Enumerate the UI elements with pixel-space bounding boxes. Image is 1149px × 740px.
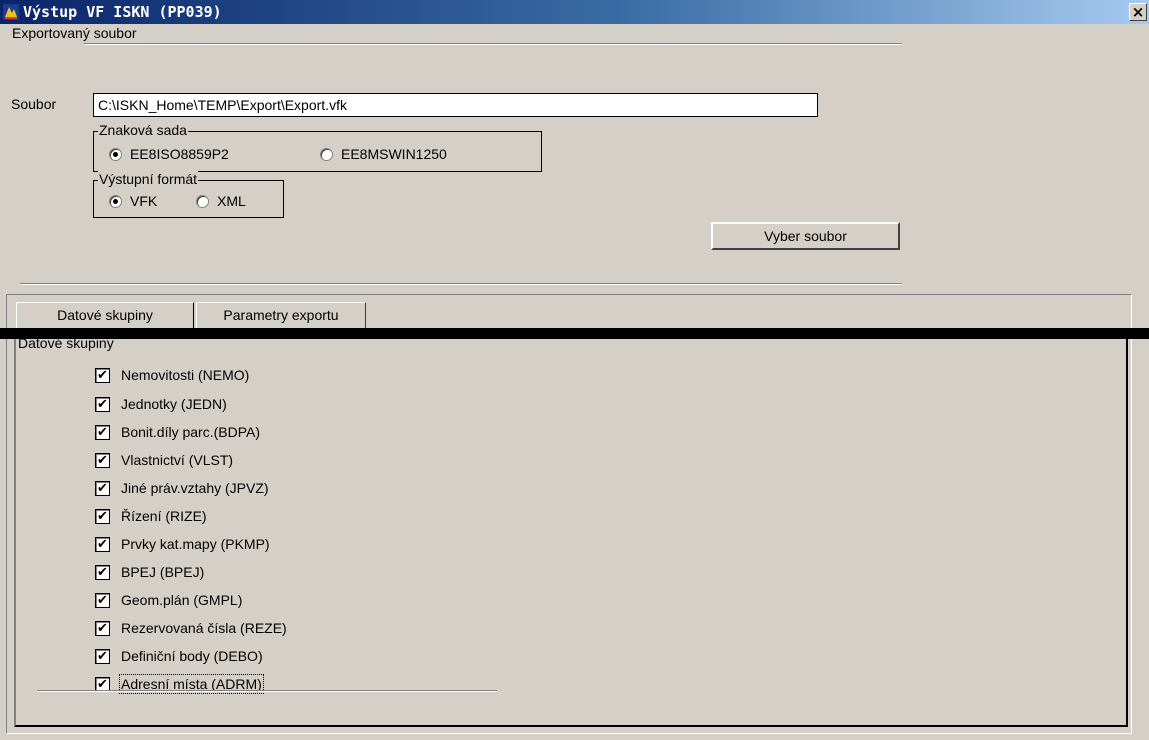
radio-xml[interactable]: XML: [196, 193, 246, 209]
checkbox-label: Rezervovaná čísla (REZE): [121, 620, 287, 636]
close-icon: ×: [1131, 3, 1145, 21]
checkbox[interactable]: ✔: [95, 367, 110, 383]
checkbox[interactable]: ✔: [95, 564, 110, 580]
check-icon: ✔: [97, 620, 108, 636]
checkbox-jedn[interactable]: ✔ Jednotky (JEDN): [95, 396, 227, 412]
radio-ee8mswin1250[interactable]: EE8MSWIN1250: [320, 146, 447, 162]
radio-button[interactable]: [320, 147, 333, 161]
checkbox-label: Řízení (RIZE): [121, 508, 207, 524]
check-icon: ✔: [97, 508, 108, 524]
black-bar: [0, 328, 1149, 339]
checkbox[interactable]: ✔: [95, 592, 110, 608]
radio-button[interactable]: [109, 147, 122, 161]
radio-label: VFK: [130, 193, 158, 209]
checkbox-label: Bonit.díly parc.(BDPA): [121, 424, 261, 440]
section-label: Exportovaný soubor: [12, 25, 137, 41]
checkbox-label: BPEJ (BPEJ): [121, 564, 205, 580]
check-icon: ✔: [97, 480, 108, 496]
section-divider: [84, 43, 902, 45]
bottom-divider: [20, 283, 902, 285]
checkbox-label: Jednotky (JEDN): [121, 396, 227, 412]
app-icon: [3, 4, 19, 20]
check-icon: ✔: [97, 592, 108, 608]
checkbox[interactable]: ✔: [95, 648, 110, 664]
title-bar[interactable]: Výstup VF ISKN (PP039) ×: [0, 0, 1149, 24]
check-icon: ✔: [97, 367, 108, 383]
checkbox[interactable]: ✔: [95, 452, 110, 468]
checkbox-label: Definiční body (DEBO): [121, 648, 263, 664]
window-title: Výstup VF ISKN (PP039): [23, 3, 222, 21]
check-icon: ✔: [97, 564, 108, 580]
radio-ee8iso8859p2[interactable]: EE8ISO8859P2: [109, 146, 229, 162]
checkbox[interactable]: ✔: [95, 424, 110, 440]
checkbox[interactable]: ✔: [95, 508, 110, 524]
checkbox-label: Prvky kat.mapy (PKMP): [121, 536, 270, 552]
charset-group-legend: Znaková sada: [98, 121, 188, 139]
checkbox-gmpl[interactable]: ✔ Geom.plán (GMPL): [95, 592, 242, 608]
select-file-button[interactable]: Vyber soubor: [711, 222, 900, 250]
checkbox-label: Nemovitosti (NEMO): [121, 367, 250, 383]
checkbox[interactable]: ✔: [95, 480, 110, 496]
check-icon: ✔: [97, 676, 108, 692]
checkbox-rize[interactable]: ✔ Řízení (RIZE): [95, 508, 207, 524]
check-icon: ✔: [97, 424, 108, 440]
radio-vfk[interactable]: VFK: [109, 193, 157, 209]
checkbox-nemo[interactable]: ✔ Nemovitosti (NEMO): [95, 367, 249, 383]
radio-label: EE8ISO8859P2: [130, 146, 229, 162]
format-group-legend: Výstupní formát: [98, 170, 199, 188]
file-path-input[interactable]: C:\ISKN_Home\TEMP\Export\Export.vfk: [93, 93, 818, 117]
checkbox-vlst[interactable]: ✔ Vlastnictví (VLST): [95, 452, 233, 468]
checkbox-jpvz[interactable]: ✔ Jiné práv.vztahy (JPVZ): [95, 480, 269, 496]
list-divider: [37, 690, 497, 692]
checkbox[interactable]: ✔: [95, 536, 110, 552]
checkbox-debo[interactable]: ✔ Definiční body (DEBO): [95, 648, 263, 664]
radio-button[interactable]: [196, 194, 209, 208]
check-icon: ✔: [97, 452, 108, 468]
check-icon: ✔: [97, 396, 108, 412]
panel-heading: Datové skupiny: [18, 335, 114, 351]
check-icon: ✔: [97, 648, 108, 664]
charset-group: Znaková sada EE8ISO8859P2 EE8MSWIN1250: [93, 121, 542, 172]
tab-parametry-exportu[interactable]: Parametry exportu: [196, 302, 366, 329]
checkbox-pkmp[interactable]: ✔ Prvky kat.mapy (PKMP): [95, 536, 270, 552]
tab-datove-skupiny[interactable]: Datové skupiny: [16, 302, 194, 329]
radio-label: EE8MSWIN1250: [341, 146, 447, 162]
radio-label: XML: [217, 193, 246, 209]
checkbox[interactable]: ✔: [95, 396, 110, 412]
checkbox-bdpa[interactable]: ✔ Bonit.díly parc.(BDPA): [95, 424, 260, 440]
close-button[interactable]: ×: [1129, 3, 1147, 21]
checkbox-reze[interactable]: ✔ Rezervovaná čísla (REZE): [95, 620, 287, 636]
checkbox-label: Jiné práv.vztahy (JPVZ): [121, 480, 269, 496]
radio-button[interactable]: [109, 194, 122, 208]
checkbox-label: Vlastnictví (VLST): [121, 452, 234, 468]
file-label: Soubor: [11, 96, 57, 112]
checkbox-label: Geom.plán (GMPL): [121, 592, 243, 608]
check-icon: ✔: [97, 536, 108, 552]
format-group: Výstupní formát VFK XML: [93, 170, 284, 218]
checkbox[interactable]: ✔: [95, 620, 110, 636]
checkbox-bpej[interactable]: ✔ BPEJ (BPEJ): [95, 564, 204, 580]
